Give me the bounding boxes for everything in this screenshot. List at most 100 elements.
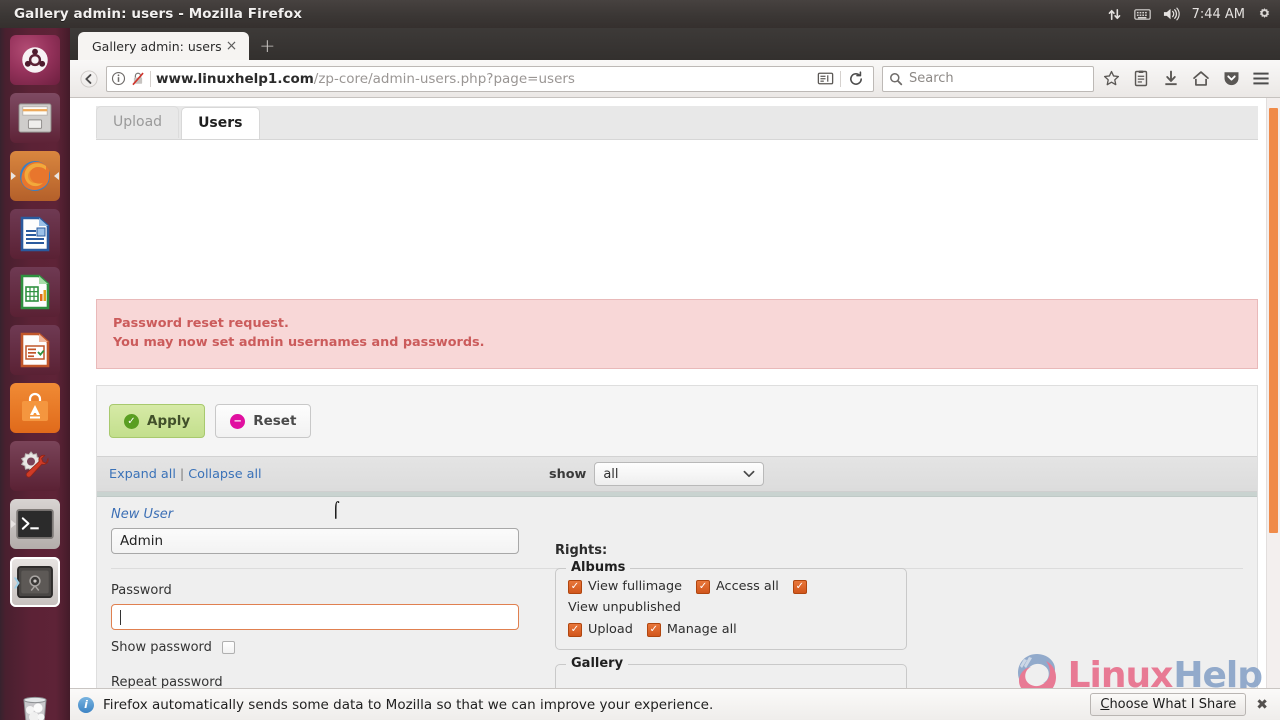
launcher-item-libreoffice-calc[interactable] (10, 267, 60, 317)
reader-mode-icon[interactable] (812, 66, 838, 92)
action-button-row: ✓ Apply − Reset (97, 386, 1257, 456)
safe-vault-icon (17, 565, 53, 599)
rights-group-albums-legend: Albums (566, 560, 631, 575)
alert-line-1: Password reset request. (113, 316, 289, 331)
launcher-item-system-settings[interactable] (10, 441, 60, 491)
zp-tabstrip-bg (96, 106, 1258, 140)
url-bar[interactable]: www.linuxhelp1.com/zp-core/admin-users.p… (106, 65, 874, 92)
volume-icon[interactable] (1163, 7, 1180, 21)
notification-actions: Choose What I Share ✖ (1090, 693, 1272, 716)
expand-all-link[interactable]: Expand all (109, 467, 176, 482)
web-page: Upload Users Password reset request. You… (70, 98, 1280, 720)
browser-tab[interactable]: Gallery admin: users × (78, 32, 250, 60)
show-filter: show all (549, 462, 765, 486)
network-icon[interactable] (1107, 7, 1122, 22)
url-divider (150, 70, 151, 87)
page-content: Password reset request. You may now set … (96, 154, 1258, 720)
writer-icon (20, 216, 50, 252)
launcher-item-ubuntu-dash[interactable] (10, 35, 60, 85)
link-separator: | (179, 466, 185, 482)
rights-row: ✓ Upload ✓ Manage all (568, 622, 894, 637)
launcher-item-files[interactable] (10, 93, 60, 143)
label-view-fullimage: View fullimage (588, 579, 683, 594)
running-indicator-left (11, 172, 16, 180)
notification-text: Firefox automatically sends some data to… (103, 696, 714, 713)
firefox-notification-bar: i Firefox automatically sends some data … (70, 688, 1280, 720)
files-icon (18, 103, 52, 133)
insecure-lock-icon[interactable] (131, 71, 145, 86)
downloads-icon[interactable] (1158, 66, 1184, 92)
browser-tabbar: Gallery admin: users × + (70, 28, 1280, 60)
show-label: show (549, 466, 587, 482)
tab-users[interactable]: Users (181, 107, 260, 139)
urlbar-actions (812, 66, 869, 92)
checkbox-access-all[interactable]: ✓ (696, 579, 711, 594)
url-host: www.linuxhelp1.com (156, 70, 314, 87)
apply-button[interactable]: ✓ Apply (109, 404, 206, 438)
checkbox-view-unpublished[interactable]: ✓ (792, 579, 807, 594)
trash-icon (23, 696, 47, 720)
calc-icon (20, 274, 50, 310)
search-input[interactable]: Search (909, 71, 954, 86)
minus-circle-icon: − (230, 413, 246, 429)
menu-icon[interactable] (1248, 66, 1274, 92)
launcher-item-libreoffice-writer[interactable] (10, 209, 60, 259)
rights-group-gallery-legend: Gallery (566, 656, 629, 671)
impress-icon (20, 332, 50, 368)
new-tab-button[interactable]: + (259, 35, 275, 57)
show-password-checkbox[interactable] (221, 641, 235, 654)
rights-heading: Rights: (555, 543, 608, 558)
show-select[interactable]: all (594, 462, 765, 486)
page-info-icon[interactable] (111, 71, 126, 86)
rights-group-albums: Albums ✓ View fullimage ✓ Access all ✓ V… (555, 560, 907, 650)
apply-button-label: Apply (147, 413, 191, 429)
launcher-item-trash[interactable] (10, 685, 60, 720)
collapse-all-link[interactable]: Collapse all (188, 467, 261, 482)
indicator-area: 7:44 AM (1107, 7, 1280, 22)
keyboard-icon[interactable] (1133, 8, 1151, 21)
checkbox-view-fullimage[interactable]: ✓ (568, 579, 582, 594)
tab-upload[interactable]: Upload (96, 106, 180, 138)
launcher-item-terminal[interactable] (10, 499, 60, 549)
username-input[interactable]: Admin (111, 528, 519, 554)
chevron-down-icon (743, 470, 755, 478)
url-text: www.linuxhelp1.com/zp-core/admin-users.p… (156, 71, 807, 87)
settings-gear-wrench-icon (20, 451, 49, 478)
running-indicator-left (11, 520, 16, 528)
launcher-item-vault[interactable]: ❯ (10, 557, 60, 607)
firefox-window: Gallery admin: users × + www.linuxhelp1.… (70, 28, 1280, 720)
firefox-icon (20, 161, 50, 191)
page-scrollbar[interactable] (1266, 98, 1280, 720)
text-caret (120, 609, 121, 625)
reset-button[interactable]: − Reset (215, 404, 312, 438)
ubuntu-top-panel: Gallery admin: users - Mozilla Firefox 7… (0, 0, 1280, 28)
launcher-item-firefox[interactable] (10, 151, 60, 201)
reload-button[interactable] (843, 66, 869, 92)
pocket-icon[interactable] (1218, 66, 1244, 92)
running-indicator-right (54, 172, 59, 180)
search-bar[interactable]: Search (882, 65, 1094, 92)
reset-button-label: Reset (253, 413, 297, 429)
rights-row: ✓ View fullimage ✓ Access all ✓ View unp… (568, 579, 894, 615)
show-select-value: all (603, 466, 619, 482)
launcher-item-software-center[interactable] (10, 383, 60, 433)
back-button[interactable] (76, 66, 102, 92)
text-cursor-pointer: ⌠ (332, 501, 340, 519)
password-input[interactable] (111, 604, 519, 630)
search-icon (889, 72, 903, 86)
checkbox-upload[interactable]: ✓ (568, 622, 582, 637)
page-scrollbar-thumb[interactable] (1269, 108, 1278, 533)
close-icon[interactable]: ✖ (1256, 697, 1272, 713)
bookmark-star-icon[interactable] (1098, 66, 1124, 92)
close-icon[interactable]: × (222, 39, 242, 53)
show-password-label: Show password (111, 640, 212, 655)
alert-line-2: You may now set admin usernames and pass… (113, 335, 485, 350)
library-icon[interactable] (1128, 66, 1154, 92)
choose-what-i-share-button[interactable]: Choose What I Share (1090, 693, 1247, 716)
home-icon[interactable] (1188, 66, 1214, 92)
gear-icon[interactable] (1257, 7, 1272, 22)
checkbox-manage-all[interactable]: ✓ (646, 622, 661, 637)
screen: Gallery admin: users - Mozilla Firefox 7… (0, 0, 1280, 720)
clock[interactable]: 7:44 AM (1192, 7, 1245, 22)
launcher-item-libreoffice-impress[interactable] (10, 325, 60, 375)
